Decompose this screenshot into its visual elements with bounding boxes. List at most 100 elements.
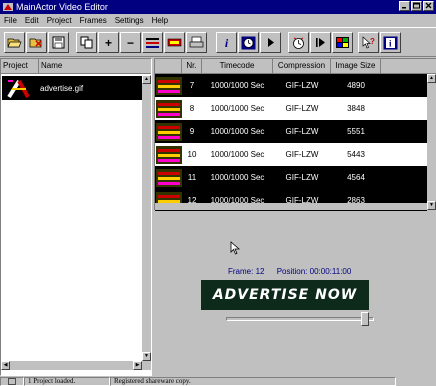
step-play-button[interactable] bbox=[310, 32, 331, 53]
play-icon bbox=[268, 38, 274, 47]
append-frames-icon bbox=[167, 38, 182, 47]
menu-bar: File Edit Project Frames Settings Help bbox=[0, 14, 436, 27]
remove-icon: − bbox=[126, 35, 134, 50]
scroll-right-arrow[interactable]: ▶ bbox=[133, 361, 142, 370]
frame-thumbnail-icon bbox=[156, 99, 182, 118]
project-list-item[interactable]: advertise.gif bbox=[2, 76, 142, 100]
status-icon-cell bbox=[0, 376, 24, 386]
frames-table-hscrollbar[interactable] bbox=[155, 203, 427, 210]
frame-thumbnail-icon bbox=[156, 145, 182, 164]
frames-table-vscrollbar[interactable]: ▲ ▼ bbox=[427, 74, 436, 210]
frame-compression: GIF-LZW bbox=[285, 104, 319, 113]
position-value: 00:00:11:00 bbox=[309, 267, 352, 276]
frame-value: 12 bbox=[255, 267, 265, 276]
status-project-count: 1 Project loaded. bbox=[24, 376, 110, 386]
insert-frames-icon bbox=[146, 38, 159, 48]
frame-compression: GIF-LZW bbox=[285, 127, 319, 136]
frame-image-size: 3848 bbox=[347, 104, 365, 113]
column-header-timecode[interactable]: Timecode bbox=[202, 59, 273, 73]
project-list-header: Project Name bbox=[1, 59, 151, 74]
frame-nr: 11 bbox=[187, 173, 197, 182]
close-file-icon bbox=[29, 38, 42, 48]
palette-button[interactable] bbox=[332, 32, 353, 53]
frame-compression: GIF-LZW bbox=[285, 150, 319, 159]
frame-row[interactable]: 10 1000/1000 Sec GIF-LZW 5443 bbox=[155, 143, 427, 166]
frame-compression: GIF-LZW bbox=[285, 173, 319, 182]
help-pointer-icon: ? bbox=[362, 36, 375, 49]
close-button[interactable] bbox=[423, 1, 434, 11]
frame-row[interactable]: 9 1000/1000 Sec GIF-LZW 5551 bbox=[155, 120, 427, 143]
column-header-nr[interactable]: Nr. bbox=[182, 59, 202, 73]
scroll-down-arrow[interactable]: ▼ bbox=[427, 201, 436, 210]
remove-button[interactable]: − bbox=[120, 32, 141, 53]
frame-image-size: 4564 bbox=[347, 173, 365, 182]
project-name: advertise.gif bbox=[40, 83, 84, 93]
mouse-pointer-icon bbox=[230, 241, 241, 255]
clock-icon bbox=[293, 37, 304, 49]
banner-text: ADVERTISE NOW bbox=[212, 287, 358, 303]
frame-slider-track[interactable] bbox=[226, 317, 374, 321]
frame-row[interactable]: 7 1000/1000 Sec GIF-LZW 4890 bbox=[155, 74, 427, 97]
menu-frames[interactable]: Frames bbox=[80, 16, 107, 25]
info-button[interactable]: i bbox=[216, 32, 237, 53]
frame-row[interactable]: 11 1000/1000 Sec GIF-LZW 4564 bbox=[155, 166, 427, 189]
frame-slider-thumb[interactable] bbox=[361, 312, 369, 326]
menu-edit[interactable]: Edit bbox=[25, 16, 39, 25]
menu-settings[interactable]: Settings bbox=[115, 16, 144, 25]
copy-button[interactable] bbox=[76, 32, 97, 53]
append-frames-button[interactable] bbox=[164, 32, 185, 53]
column-header-compression[interactable]: Compression bbox=[273, 59, 331, 73]
play-button[interactable] bbox=[260, 32, 281, 53]
frame-thumbnail-icon bbox=[156, 76, 182, 95]
frame-thumbnail-icon bbox=[156, 122, 182, 141]
menu-file[interactable]: File bbox=[4, 16, 17, 25]
column-header-name[interactable]: Name bbox=[39, 59, 142, 73]
close-file-button[interactable] bbox=[26, 32, 47, 53]
open-button[interactable] bbox=[4, 32, 25, 53]
project-list-pane: Project Name advertise.gif ▲ ▼ ◀ ▶ bbox=[0, 58, 152, 376]
insert-frames-button[interactable] bbox=[142, 32, 163, 53]
copy-icon bbox=[80, 36, 93, 49]
status-registration: Registered shareware copy. bbox=[110, 376, 396, 386]
menu-project[interactable]: Project bbox=[47, 16, 72, 25]
title-bar: MainActor Video Editor bbox=[0, 0, 436, 14]
timer-icon bbox=[241, 36, 256, 49]
print-button[interactable] bbox=[186, 32, 207, 53]
project-file-icon bbox=[6, 77, 32, 101]
save-button[interactable] bbox=[48, 32, 69, 53]
project-list-hscrollbar[interactable]: ◀ ▶ bbox=[1, 361, 151, 370]
print-icon bbox=[189, 36, 204, 48]
project-list-vscrollbar[interactable]: ▲ ▼ bbox=[142, 75, 151, 361]
open-icon bbox=[7, 38, 22, 48]
timer-button[interactable] bbox=[238, 32, 259, 53]
preview-panel: Frame: 12 Position: 00:00:11:00 ADVERTIS… bbox=[154, 211, 436, 376]
svg-text:?: ? bbox=[370, 37, 375, 46]
column-header-image-size[interactable]: Image Size bbox=[331, 59, 381, 73]
frame-image-size: 5443 bbox=[347, 150, 365, 159]
about-button[interactable]: i bbox=[380, 32, 401, 53]
help-pointer-button[interactable]: ? bbox=[358, 32, 379, 53]
scroll-up-arrow[interactable]: ▲ bbox=[142, 75, 151, 84]
toolbar: + − i ? i bbox=[0, 27, 436, 57]
save-icon bbox=[52, 36, 65, 49]
maximize-button[interactable] bbox=[411, 1, 422, 11]
animation-preview: ADVERTISE NOW bbox=[201, 280, 369, 310]
frame-image-size: 5551 bbox=[347, 127, 365, 136]
app-icon[interactable] bbox=[3, 2, 13, 12]
scroll-left-arrow[interactable]: ◀ bbox=[1, 361, 10, 370]
frame-image-size: 4890 bbox=[347, 81, 365, 90]
menu-help[interactable]: Help bbox=[152, 16, 168, 25]
window-controls bbox=[398, 1, 434, 11]
column-header-thumb[interactable] bbox=[155, 59, 182, 73]
frame-info: Frame: 12 Position: 00:00:11:00 bbox=[228, 267, 351, 276]
frame-timecode: 1000/1000 Sec bbox=[210, 81, 265, 90]
frame-row[interactable]: 8 1000/1000 Sec GIF-LZW 3848 bbox=[155, 97, 427, 120]
add-button[interactable]: + bbox=[98, 32, 119, 53]
frame-timecode: 1000/1000 Sec bbox=[210, 173, 265, 182]
minimize-button[interactable] bbox=[399, 1, 410, 11]
scroll-up-arrow[interactable]: ▲ bbox=[427, 74, 436, 83]
column-header-project[interactable]: Project bbox=[1, 59, 39, 73]
scroll-down-arrow[interactable]: ▼ bbox=[142, 352, 151, 361]
status-bar: 1 Project loaded. Registered shareware c… bbox=[0, 376, 436, 386]
clock-button[interactable] bbox=[288, 32, 309, 53]
